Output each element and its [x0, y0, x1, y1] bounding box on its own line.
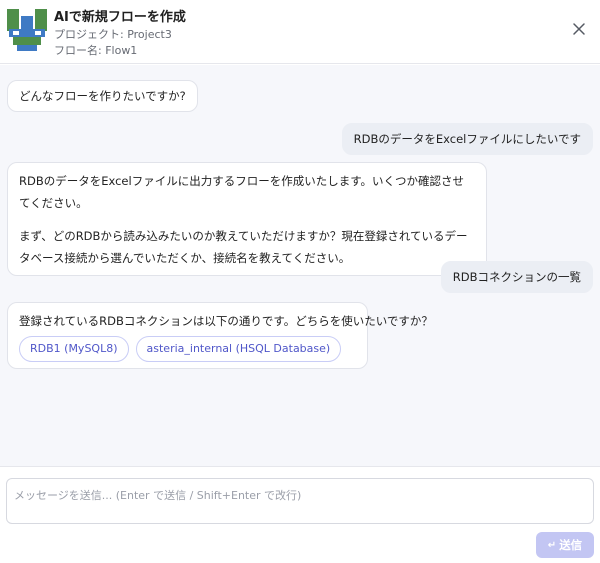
- assistant-message: RDBのデータをExcelファイルに出力するフローを作成いたします。いくつか確認…: [7, 162, 487, 276]
- dialog-header: AIで新規フローを作成 プロジェクト: Project3 フロー名: Flow1: [0, 0, 600, 64]
- message-text: 登録されているRDBコネクションは以下の通りです。どちらを使いたいですか？: [19, 314, 433, 328]
- project-name: プロジェクト: Project3: [54, 28, 172, 41]
- assistant-message: どんなフローを作りたいですか?: [7, 80, 198, 112]
- enter-arrow-icon: ↵: [547, 539, 557, 551]
- message-paragraph: まず、どのRDBから読み込みたいのか教えていただけますか？現在登録されているデー…: [19, 229, 468, 265]
- option-chip-asteria-internal[interactable]: asteria_internal (HSQL Database): [135, 336, 342, 362]
- asteria-logo-icon: [7, 9, 47, 51]
- send-label: 送信: [559, 538, 583, 552]
- dialog-title: AIで新規フローを作成: [54, 10, 186, 25]
- send-button[interactable]: ↵ 送信: [536, 532, 594, 558]
- user-message: RDBコネクションの一覧: [440, 261, 593, 293]
- chat-area[interactable]: どんなフローを作りたいですか? RDBのデータをExcelファイルにしたいです …: [0, 65, 600, 467]
- message-paragraph: RDBのデータをExcelファイルに出力するフローを作成いたします。いくつか確認…: [19, 174, 465, 210]
- close-icon[interactable]: [572, 22, 586, 36]
- message-input[interactable]: [6, 478, 594, 524]
- user-message: RDBのデータをExcelファイルにしたいです: [341, 123, 593, 155]
- option-chip-rdb1[interactable]: RDB1 (MySQL8): [19, 336, 129, 362]
- assistant-message: 登録されているRDBコネクションは以下の通りです。どちらを使いたいですか？ RD…: [7, 302, 433, 369]
- flow-name: フロー名: Flow1: [54, 44, 138, 57]
- connection-options: RDB1 (MySQL8) asteria_internal (HSQL Dat…: [19, 336, 356, 362]
